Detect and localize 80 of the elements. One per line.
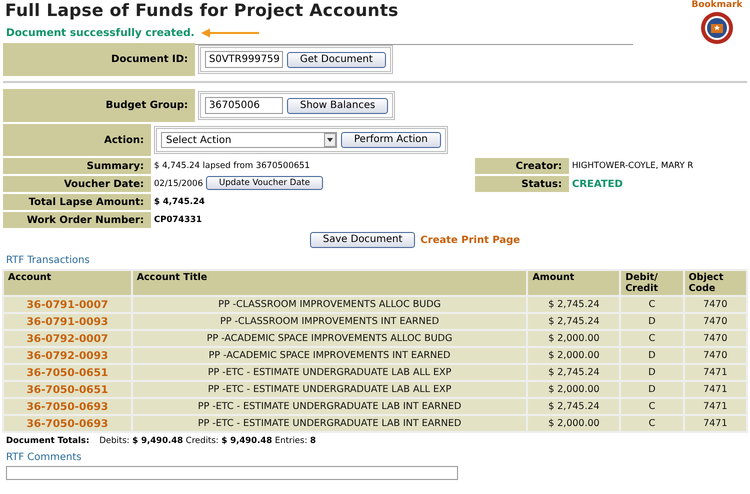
document-id-label: Document ID:	[3, 43, 195, 76]
detail-label: Creator:	[475, 158, 569, 174]
perform-action-button[interactable]: Perform Action	[341, 132, 441, 148]
detail-value: HIGHTOWER-COYLE, MARY R	[572, 160, 694, 173]
totals-label: Document Totals:	[6, 436, 90, 446]
detail-label: Summary:	[3, 158, 151, 174]
detail-label: Voucher Date:	[3, 176, 151, 192]
table-cell: PP -CLASSROOM IMPROVEMENTS ALLOC BUDG	[132, 297, 526, 312]
account-link[interactable]: 36-7050-0693	[4, 416, 131, 431]
detail-value: CP074331	[154, 214, 202, 227]
budget-group-label: Budget Group:	[3, 89, 195, 122]
detail-value: 02/15/2006	[154, 178, 203, 191]
table-cell: $ 2,000.00	[528, 331, 620, 346]
column-header: Account Title	[132, 271, 526, 295]
table-cell: PP -ETC - ESTIMATE UNDERGRADUATE LAB INT EARNED	[132, 399, 526, 414]
account-link[interactable]: 36-7050-0651	[4, 365, 131, 380]
table-cell: PP -CLASSROOM IMPROVEMENTS INT EARNED	[132, 314, 526, 329]
table-cell: D	[621, 382, 683, 397]
save-document-button[interactable]: Save Document	[310, 232, 416, 248]
table-cell: $ 2,745.24	[528, 314, 620, 329]
table-cell: D	[621, 314, 683, 329]
table-cell: 7471	[684, 416, 746, 431]
table-cell: PP -ACADEMIC SPACE IMPROVEMENTS INT EARNED	[132, 348, 526, 363]
table-cell: $ 2,000.00	[528, 416, 620, 431]
dropdown-icon	[324, 133, 336, 147]
detail-label: Status:	[475, 176, 569, 192]
table-cell: 7471	[684, 399, 746, 414]
table-cell: PP -ACADEMIC SPACE IMPROVEMENTS ALLOC BUDG	[132, 331, 526, 346]
success-message: Document successfully created.	[6, 27, 195, 39]
budget-group-field[interactable]: 36705006	[205, 97, 283, 114]
update-button[interactable]: Update Voucher Date	[206, 176, 324, 190]
document-id-field[interactable]: S0VTR999759	[205, 51, 283, 68]
account-link[interactable]: 36-0792-0007	[4, 331, 131, 346]
table-cell: 7470	[684, 348, 746, 363]
table-cell: C	[621, 399, 683, 414]
table-cell: 7471	[684, 365, 746, 380]
table-cell: PP -ETC - ESTIMATE UNDERGRADUATE LAB ALL EXP	[132, 365, 526, 380]
detail-label: Total Lapse Amount:	[3, 194, 151, 210]
table-cell: 7471	[684, 382, 746, 397]
account-link[interactable]: 36-0791-0093	[4, 314, 131, 329]
column-header: Debit/ Credit	[621, 271, 683, 295]
university-seal-icon	[700, 11, 734, 45]
page-title: Full Lapse of Funds for Project Accounts	[5, 1, 400, 21]
action-select[interactable]: Select Action	[161, 132, 337, 148]
table-cell: C	[621, 416, 683, 431]
table-cell: C	[621, 297, 683, 312]
table-cell: C	[621, 331, 683, 346]
column-header: Amount	[528, 271, 620, 295]
table-cell: $ 2,745.24	[528, 399, 620, 414]
table-cell: $ 2,000.00	[528, 382, 620, 397]
account-link[interactable]: 36-7050-0693	[4, 399, 131, 414]
table-cell: $ 2,745.24	[528, 365, 620, 380]
status-value: CREATED	[572, 178, 623, 192]
bookmark-link[interactable]: Bookmark	[691, 0, 743, 11]
column-header: Object Code	[684, 271, 746, 295]
table-cell: PP -ETC - ESTIMATE UNDERGRADUATE LAB ALL EXP	[132, 382, 526, 397]
transactions-link[interactable]: RTF Transactions	[6, 255, 747, 266]
detail-value: $ 4,745.24	[154, 196, 205, 209]
table-cell: D	[621, 365, 683, 380]
comments-field[interactable]	[6, 466, 458, 480]
table-cell: 7470	[684, 297, 746, 312]
print-page-link[interactable]: Create Print Page	[420, 234, 520, 246]
table-cell: D	[621, 348, 683, 363]
table-cell: $ 2,745.24	[528, 297, 620, 312]
account-link[interactable]: 36-0791-0007	[4, 297, 131, 312]
account-link[interactable]: 36-0792-0093	[4, 348, 131, 363]
action-label: Action:	[3, 124, 151, 156]
column-header: Account	[4, 271, 131, 295]
table-cell: $ 2,000.00	[528, 348, 620, 363]
detail-label: Work Order Number:	[3, 212, 151, 228]
account-link[interactable]: 36-7050-0651	[4, 382, 131, 397]
table-cell: 7470	[684, 331, 746, 346]
arrow-icon	[200, 28, 261, 38]
table-cell: PP -ETC - ESTIMATE UNDERGRADUATE LAB INT EARNED	[132, 416, 526, 431]
comments-link[interactable]: RTF Comments	[6, 452, 747, 463]
totals-text: Debits: $ 9,490.48 Credits: $ 9,490.48 Entries: 8	[99, 436, 316, 446]
table-cell: 7470	[684, 314, 746, 329]
show-balances-button[interactable]: Show Balances	[287, 98, 388, 114]
detail-value: $ 4,745.24 lapsed from 3670500651	[154, 160, 310, 173]
get-document-button[interactable]: Get Document	[287, 52, 386, 68]
